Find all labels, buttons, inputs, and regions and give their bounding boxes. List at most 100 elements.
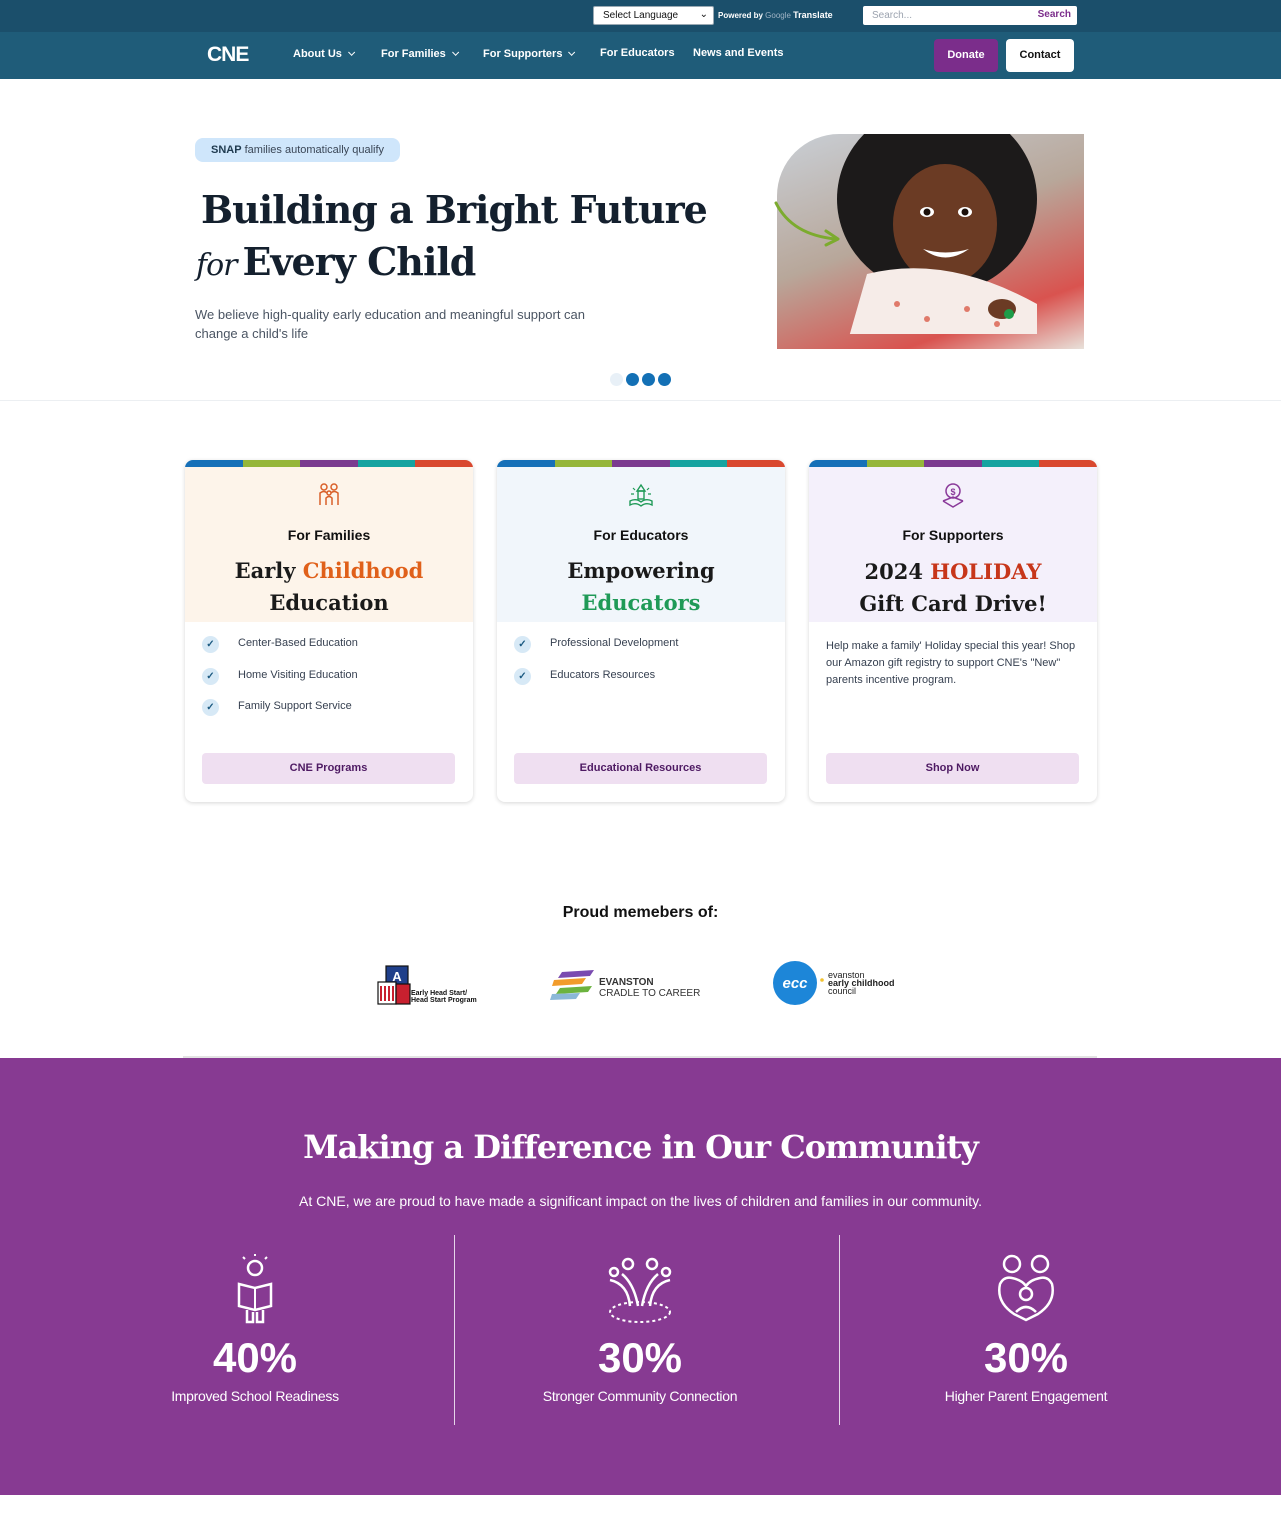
list-item: ✓ Center-Based Education (202, 636, 358, 669)
impact-section: Making a Difference in Our Community At … (0, 1058, 1281, 1495)
cradle-to-career-logo[interactable]: EVANSTON CRADLE TO CAREER (550, 966, 706, 1002)
carousel-dot-2[interactable] (626, 373, 639, 386)
check-icon: ✓ (202, 636, 219, 653)
stat-label: Stronger Community Connection (542, 1388, 738, 1404)
color-stripe (809, 460, 1097, 467)
card-heading-part1: 2024 (864, 559, 931, 584)
stat-value: 30% (597, 1334, 683, 1381)
families-card: For Families Early Childhood Education ✓… (185, 460, 473, 802)
carousel-dot-4[interactable] (658, 373, 671, 386)
list-item-label: Center-Based Education (238, 637, 358, 649)
card-heading-accent: Childhood (302, 558, 424, 583)
check-icon: ✓ (202, 667, 219, 685)
stat-parent-engagement: 30% Higher Parent Engagement (876, 1248, 1176, 1404)
color-stripe (497, 460, 785, 467)
educational-resources-button[interactable]: Educational Resources (514, 753, 767, 784)
search-input[interactable]: Search... Search (863, 6, 1077, 25)
card-heading-part1: Early (234, 558, 303, 583)
language-select[interactable]: Select Language ⌄ (593, 6, 714, 25)
hero-subtitle: We believe high-quality early education … (195, 307, 586, 341)
parent-child-heart-icon (998, 1254, 1054, 1322)
shop-now-button[interactable]: Shop Now (826, 753, 1079, 784)
stat-value: 30% (983, 1334, 1069, 1381)
main-nav: CNE About Us For Families For Supporters… (0, 32, 1281, 79)
svg-text:$: $ (950, 487, 955, 497)
list-item: ✓ Home Visiting Education (202, 667, 358, 701)
nav-for-educators[interactable]: For Educators (600, 47, 675, 59)
carousel-dot-3[interactable] (642, 373, 655, 386)
card-heading-part2: Gift Card Drive! (859, 591, 1047, 616)
donation-icon: $ (942, 483, 964, 508)
early-childhood-council-logo[interactable]: ecc evanston early childhood council (772, 960, 912, 1006)
nav-about-us[interactable]: About Us (293, 48, 356, 60)
card-header: For Educators Empowering Educators (497, 467, 785, 622)
nav-news-events[interactable]: News and Events (693, 47, 783, 59)
educators-bullet-list: ✓ Professional Development ✓ Educators Res… (514, 636, 679, 700)
chevron-down-icon (347, 48, 356, 56)
list-item-label: Professional Development (550, 637, 679, 649)
stat-label: Improved School Readiness (171, 1388, 339, 1404)
decorative-arrow-icon (774, 201, 840, 247)
card-kicker: For Families (287, 527, 371, 543)
card-heading-part2: Education (269, 590, 389, 615)
google-translate-credit[interactable]: Powered by Google Translate (718, 10, 833, 20)
contact-button[interactable]: Contact (1006, 39, 1074, 72)
card-heading-accent: HOLIDAY (930, 559, 1042, 584)
stat-label: Higher Parent Engagement (944, 1388, 1108, 1404)
ecc-mark-icon: ecc evanston early childhood council (773, 961, 895, 1005)
cne-programs-button[interactable]: CNE Programs (202, 753, 455, 784)
card-heading: Early Childhood Education (185, 555, 473, 619)
card-header: For Families Early Childhood Education (185, 467, 473, 622)
check-icon: ✓ (514, 636, 531, 653)
page: Select Language ⌄ Powered by Google Tran… (0, 0, 1281, 1513)
stairs-icon: EVANSTON CRADLE TO CAREER (550, 970, 700, 1000)
child-reading-icon (237, 1254, 273, 1324)
list-item-label: Family Support Service (238, 700, 352, 712)
chevron-down-icon: ⌄ (699, 9, 708, 20)
stat-school-readiness: 40% Improved School Readiness (105, 1248, 405, 1404)
logo-text: CNE (207, 43, 249, 66)
translate-label: Translate (793, 10, 833, 20)
nav-for-supporters[interactable]: For Supporters (483, 48, 576, 60)
card-kicker: For Supporters (902, 527, 1004, 543)
donate-button[interactable]: Donate (934, 39, 998, 72)
ehs-line1: Early Head Start/ (411, 990, 467, 997)
card-kicker: For Educators (593, 527, 689, 543)
chevron-down-icon (451, 48, 459, 56)
educators-card: For Educators Empowering Educators ✓ Prof… (497, 460, 785, 802)
members-title: Proud memebers of: (562, 904, 719, 921)
supporters-card: $ For Supporters 2024 HOLIDAY Gift Card … (809, 460, 1097, 802)
powered-by-label: Powered by (718, 11, 763, 20)
color-stripe (185, 460, 473, 467)
nav-for-families[interactable]: For Families (381, 48, 459, 60)
impact-subtitle: At CNE, we are proud to have made a sign… (299, 1193, 982, 1209)
carousel-dot-1[interactable] (610, 373, 623, 386)
card-heading-part1: Empowering (567, 558, 715, 583)
ehs-line2: Head Start Program (411, 997, 477, 1004)
early-head-start-logo[interactable]: A Early Head Start/ Head Start Program (376, 964, 484, 1008)
search-button[interactable]: Search (1038, 9, 1071, 20)
card-heading-accent: Educators (581, 590, 701, 615)
child-illustration (837, 134, 1037, 334)
blocks-icon: A Early Head Start/ Head Start Program (377, 965, 477, 1005)
language-select-label: Select Language (603, 10, 679, 21)
check-icon: ✓ (202, 699, 219, 716)
cne-logo[interactable]: CNE (207, 42, 265, 68)
list-item-label: Home Visiting Education (238, 668, 358, 681)
ecc-mark: ecc (782, 975, 808, 992)
stat-divider (839, 1235, 840, 1425)
check-icon: ✓ (514, 667, 531, 685)
ecc-line3: council (828, 986, 856, 996)
c2c-line1: EVANSTON (599, 977, 654, 988)
nav-about-us-label: About Us (293, 48, 342, 60)
list-item: ✓ Professional Development (514, 636, 679, 669)
nav-news-events-label: News and Events (693, 47, 784, 59)
nav-for-supporters-label: For Supporters (483, 48, 563, 60)
school-book-icon (629, 483, 653, 507)
search-placeholder: Search... (872, 10, 913, 21)
c2c-line2: CRADLE TO CAREER (599, 988, 700, 999)
nav-for-families-label: For Families (381, 48, 446, 60)
card-heading: 2024 HOLIDAY Gift Card Drive! (809, 556, 1097, 620)
hero-title-line1: Building a Bright Future (201, 187, 708, 232)
stat-community-connection: 30% Stronger Community Connection (490, 1248, 790, 1404)
